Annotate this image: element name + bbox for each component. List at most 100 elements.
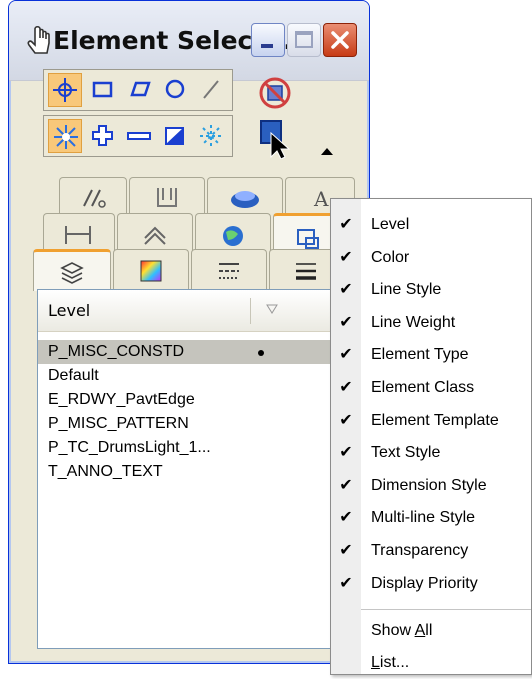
shape-select-tool[interactable] [122, 73, 156, 107]
rectangle-select-tool[interactable] [86, 73, 120, 107]
menu-item-label: Level [371, 216, 410, 233]
individual-mode-icon [54, 125, 78, 149]
level-list[interactable]: Level P_MISC_CONSTD Default E_RDWY_PavtEdg… [37, 289, 347, 649]
list-row[interactable]: E_RDWY_PavtEdge [38, 388, 346, 412]
list-rows: P_MISC_CONSTD Default E_RDWY_PavtEdge P_MIS… [38, 340, 346, 640]
close-button[interactable] [323, 23, 357, 57]
level-name: P_MISC_CONSTD [48, 343, 185, 360]
circle-select-tool[interactable] [158, 73, 192, 107]
checkmark-icon: ✔ [339, 542, 353, 559]
line-style-tab[interactable] [191, 249, 267, 291]
list-row[interactable]: P_MISC_CONSTD [38, 340, 346, 364]
menu-item-element-class[interactable]: ✔ Element Class [331, 372, 531, 404]
menu-item-text-style[interactable]: ✔ Text Style [331, 437, 531, 469]
checkmark-icon: ✔ [339, 216, 353, 233]
level-tab[interactable] [33, 249, 111, 291]
menu-item-label: Element Template [371, 411, 499, 429]
menu-item-color[interactable]: ✔ Color [331, 242, 531, 274]
element-select-icon [53, 78, 77, 102]
menu-item-multi-line-style[interactable]: ✔ Multi-line Style [331, 502, 531, 534]
list-label-accel: L [371, 654, 380, 671]
menu-item-line-weight[interactable]: ✔ Line Weight [331, 307, 531, 339]
level-name: E_RDWY_PavtEdge [48, 391, 195, 408]
level-name: T_ANNO_TEXT [48, 463, 163, 480]
menu-item-label: Color [371, 248, 410, 266]
checkmark-icon: ✔ [339, 476, 353, 494]
menu-item-transparency[interactable]: ✔ Transparency [331, 535, 531, 567]
line-style-icon [219, 263, 239, 279]
minimize-icon [261, 44, 273, 48]
clear-mode-icon [200, 125, 222, 147]
list-row[interactable]: P_MISC_PATTERN [38, 412, 346, 436]
menu-separator [361, 609, 531, 610]
show-all-label-suffix: ll [425, 622, 433, 639]
display-priority-icon [144, 226, 166, 245]
menu-item-level[interactable]: ✔ Level [331, 209, 531, 241]
subtract-mode-tool[interactable] [122, 119, 156, 153]
circle-select-icon [165, 79, 185, 99]
menu-item-label: Display Priority [371, 574, 478, 592]
context-menu: ✔ Level ✔ Color ✔ Line Style ✔ Line Weight ✔ Elem… [330, 198, 532, 675]
minimize-button[interactable] [251, 23, 285, 57]
column-separator[interactable] [250, 298, 251, 324]
clear-mode-tool[interactable] [194, 119, 228, 153]
menu-item-dimension-style[interactable]: ✔ Dimension Style [331, 470, 531, 502]
deselect-all-icon[interactable] [257, 75, 293, 111]
select-all-icon[interactable] [259, 119, 295, 159]
selection-method-group [43, 69, 233, 111]
checkmark-icon: ✔ [339, 444, 353, 462]
rectangle-select-icon [92, 81, 113, 98]
show-all-label-prefix: Show [371, 622, 415, 639]
column-header-level[interactable]: Level [48, 298, 90, 324]
menu-item-label: Line Style [371, 281, 442, 299]
menu-item-label: Line Weight [371, 313, 456, 331]
list-label-suffix: ist... [379, 654, 410, 671]
checkmark-icon: ✔ [339, 379, 353, 396]
menu-item-show-all[interactable]: Show All [331, 615, 531, 647]
level-icon [60, 262, 84, 284]
maximize-icon [295, 31, 313, 48]
element-select-tool[interactable] [48, 73, 82, 107]
subtract-mode-icon [127, 132, 151, 140]
level-name: P_MISC_PATTERN [48, 415, 189, 432]
menu-item-line-style[interactable]: ✔ Line Style [331, 274, 531, 306]
collapse-arrow-icon[interactable] [319, 145, 335, 157]
checkmark-icon: ✔ [339, 281, 353, 299]
individual-mode-tool[interactable] [48, 119, 82, 153]
menu-item-label: Element Type [371, 346, 469, 364]
checkmark-icon: ✔ [339, 346, 353, 364]
maximize-button[interactable] [287, 23, 321, 57]
line-select-tool[interactable] [194, 73, 228, 107]
list-row[interactable]: P_TC_DrumsLight_1... [38, 436, 346, 460]
add-mode-tool[interactable] [86, 119, 120, 153]
menu-item-display-priority[interactable]: ✔ Display Priority [331, 568, 531, 600]
menu-item-element-type[interactable]: ✔ Element Type [331, 339, 531, 371]
checkmark-icon: ✔ [339, 248, 353, 266]
menu-item-label: Text Style [371, 444, 441, 462]
checkmark-icon: ✔ [339, 574, 353, 592]
color-palette-icon [140, 260, 162, 282]
list-row[interactable]: Default [38, 364, 346, 388]
checkmark-icon: ✔ [339, 509, 353, 527]
close-icon [331, 31, 349, 49]
element-selection-window: Element Select... A Level P_MISC_CONSTD … [8, 0, 370, 664]
sort-arrow-icon[interactable] [266, 303, 278, 315]
list-header[interactable]: Level [38, 290, 346, 332]
level-name: Default [48, 367, 99, 384]
color-tab[interactable] [113, 249, 189, 291]
checkmark-icon: ✔ [339, 313, 353, 331]
dimension-style-icon [65, 226, 91, 244]
selection-mode-group [43, 115, 233, 157]
menu-item-element-template[interactable]: ✔ Element Template [331, 405, 531, 437]
transparency-icon [231, 191, 259, 208]
checkmark-icon: ✔ [339, 411, 353, 429]
menu-item-list: ✔ Level ✔ Color ✔ Line Style ✔ Line Weight ✔ Elem… [331, 209, 531, 599]
menu-item-label: Element Class [371, 379, 475, 396]
list-row[interactable]: T_ANNO_TEXT [38, 460, 346, 484]
invert-mode-icon [165, 127, 184, 145]
menu-item-list[interactable]: List... [331, 647, 531, 679]
shape-select-icon [130, 81, 151, 97]
invert-mode-tool[interactable] [158, 119, 192, 153]
line-select-icon [203, 80, 219, 99]
level-name: P_TC_DrumsLight_1... [48, 439, 211, 456]
